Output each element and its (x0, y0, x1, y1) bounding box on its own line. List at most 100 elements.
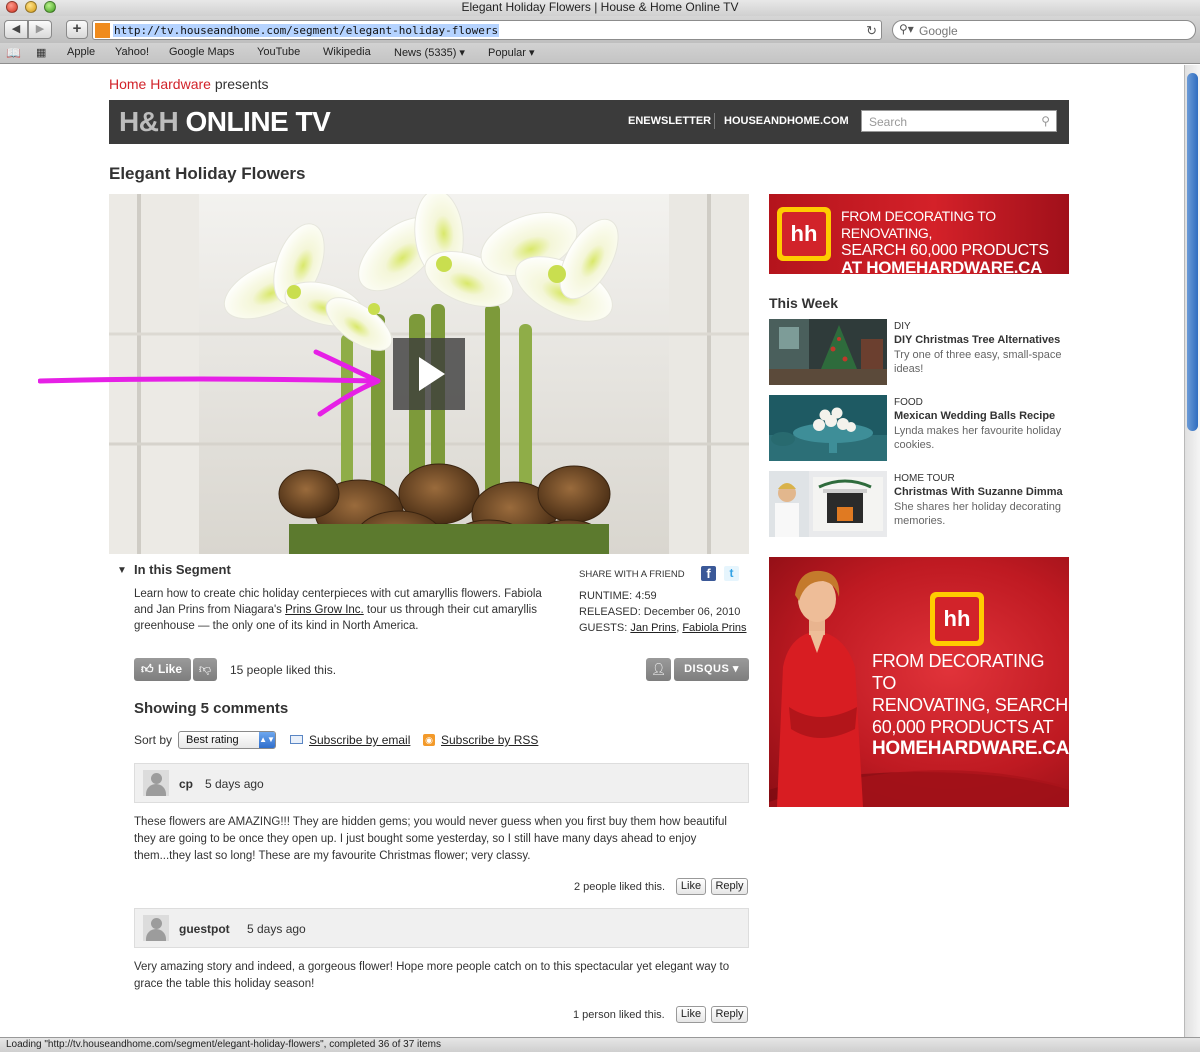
home-hardware-logo-icon: hh (930, 592, 984, 646)
browser-toolbar: ◀ ▶ + http://tv.houseandhome.com/segment… (0, 16, 1200, 43)
item-description: Lynda makes her favourite holiday cookie… (894, 425, 1062, 451)
home-hardware-banner-ad[interactable]: hh FROM DECORATING TO RENOVATING, SEARCH… (769, 194, 1069, 277)
share-label: SHARE WITH A FRIEND (579, 569, 685, 580)
thumbs-up-icon: 👍︎ (141, 662, 154, 676)
site-search-input[interactable]: Search ⚲ (861, 110, 1057, 132)
enewsletter-link[interactable]: ENEWSLETTER (628, 115, 711, 127)
home-hardware-logo-icon: hh (777, 207, 831, 261)
collapse-segment-icon[interactable]: ▼ (117, 565, 127, 576)
bookmark-yahoo[interactable]: Yahoo! (115, 46, 149, 58)
ad-text: FROM DECORATING TO RENOVATING, SEARCH 60… (841, 208, 1049, 277)
site-favicon-icon (95, 23, 110, 38)
dislike-button[interactable]: 👎︎ (193, 658, 217, 681)
browser-search-field[interactable]: ⚲▾ Google (892, 20, 1196, 40)
scrollbar-thumb[interactable] (1187, 73, 1198, 431)
url-text[interactable]: http://tv.houseandhome.com/segment/elega… (113, 24, 500, 37)
page-scrollbar[interactable] (1184, 65, 1200, 1037)
sponsor-line: Home Hardware presents (109, 76, 269, 92)
forward-button[interactable]: ▶ (28, 20, 52, 39)
top-sites-grid-icon[interactable]: ▦ (36, 46, 46, 59)
item-category: FOOD (894, 397, 923, 408)
item-title-link[interactable]: DIY Christmas Tree Alternatives (894, 334, 1060, 346)
page-title: Elegant Holiday Flowers (109, 164, 306, 183)
rss-icon: ◉ (423, 734, 435, 746)
sort-select[interactable]: Best rating ▲▼ (178, 731, 276, 749)
ad-text: FROM DECORATING TO RENOVATING, SEARCH 60… (872, 651, 1069, 759)
bookmark-google-maps[interactable]: Google Maps (169, 46, 234, 58)
play-icon (419, 357, 445, 391)
this-week-heading: This Week (769, 295, 838, 311)
zoom-window-icon[interactable] (44, 1, 56, 13)
comment-time[interactable]: 5 days ago (247, 922, 306, 936)
search-icon[interactable]: ⚲ (1041, 114, 1050, 128)
item-title-link[interactable]: Mexican Wedding Balls Recipe (894, 410, 1055, 422)
comment-author[interactable]: cp (179, 777, 193, 791)
item-description: She shares her holiday decorating memori… (894, 501, 1061, 527)
bookmark-youtube[interactable]: YouTube (257, 46, 300, 58)
subscribe-rss-link[interactable]: Subscribe by RSS (441, 733, 538, 747)
comment-like-button[interactable]: Like (676, 1006, 706, 1023)
sponsor-link[interactable]: Home Hardware (109, 76, 211, 92)
select-arrows-icon: ▲▼ (259, 732, 275, 748)
user-icon: 👤︎ (650, 662, 667, 676)
facebook-share-icon[interactable]: f (701, 566, 716, 581)
home-tour-thumbnail[interactable] (769, 471, 887, 537)
window-title: Elegant Holiday Flowers | House & Home O… (461, 0, 739, 14)
avatar[interactable] (143, 770, 169, 796)
item-category: DIY (894, 321, 911, 332)
avatar[interactable] (143, 915, 169, 941)
play-button[interactable] (393, 338, 465, 410)
comment-time[interactable]: 5 days ago (205, 777, 264, 791)
comments-heading: Showing 5 comments (134, 700, 289, 717)
minimize-window-icon[interactable] (25, 1, 37, 13)
comment-like-button[interactable]: Like (676, 878, 706, 895)
comment-author[interactable]: guestpot (179, 922, 230, 936)
bookmark-news[interactable]: News (5335) ▾ (394, 46, 465, 59)
window-titlebar: Elegant Holiday Flowers | House & Home O… (0, 0, 1200, 16)
like-button[interactable]: 👍︎ Like (134, 658, 191, 681)
segment-description: Learn how to create chic holiday centerp… (134, 588, 542, 632)
food-thumbnail[interactable] (769, 395, 887, 461)
diy-thumbnail[interactable] (769, 319, 887, 385)
houseandhome-link[interactable]: HOUSEANDHOME.COM (724, 115, 849, 127)
comment-reply-button[interactable]: Reply (711, 878, 748, 895)
comment-reply-button[interactable]: Reply (711, 1006, 748, 1023)
home-hardware-box-ad[interactable]: hh FROM DECORATING TO RENOVATING, SEARCH… (769, 557, 1069, 807)
item-description: Try one of three easy, small-space ideas… (894, 349, 1062, 375)
header-divider (714, 113, 715, 129)
guest-jan-prins-link[interactable]: Jan Prins (630, 622, 676, 634)
status-bar: Loading "http://tv.houseandhome.com/segm… (0, 1037, 1200, 1052)
comment-header: guestpot 5 days ago (134, 908, 749, 948)
guest-fabiola-prins-link[interactable]: Fabiola Prins (682, 622, 746, 634)
comment-likes: 2 people liked this. (574, 881, 666, 893)
reload-icon[interactable]: ↻ (866, 23, 877, 39)
reading-list-icon[interactable]: 📖 (6, 46, 21, 60)
item-category: HOME TOUR (894, 473, 955, 484)
site-logo[interactable]: H&H ONLINE TV (119, 106, 331, 138)
bookmark-apple[interactable]: Apple (67, 46, 95, 58)
thumbs-down-icon: 👎︎ (198, 662, 212, 676)
item-title-link[interactable]: Christmas With Suzanne Dimma (894, 486, 1063, 498)
site-search-placeholder: Search (869, 115, 908, 129)
bookmarks-bar: 📖 ▦ Apple Yahoo! Google Maps YouTube Wik… (0, 43, 1200, 64)
back-button[interactable]: ◀ (4, 20, 28, 39)
sort-label: Sort by (134, 733, 173, 747)
disqus-user-button[interactable]: 👤︎ (646, 658, 671, 681)
close-window-icon[interactable] (6, 1, 18, 13)
search-icon: ⚲▾ (899, 22, 914, 36)
comment-body: These flowers are AMAZING!!! They are hi… (134, 816, 727, 862)
release-date: RELEASED: December 06, 2010 (579, 606, 741, 618)
sponsor-suffix: presents (210, 76, 269, 92)
disqus-menu-button[interactable]: DISQUS ▾ (674, 658, 749, 681)
site-header: H&H ONLINE TV ENEWSLETTER HOUSEANDHOME.C… (109, 100, 1069, 144)
add-bookmark-button[interactable]: + (66, 20, 88, 39)
bookmark-wikipedia[interactable]: Wikipedia (323, 46, 371, 58)
browser-search-placeholder: Google (919, 24, 958, 38)
segment-heading[interactable]: In this Segment (134, 562, 231, 577)
address-bar[interactable]: http://tv.houseandhome.com/segment/elega… (92, 20, 882, 40)
prins-grow-link[interactable]: Prins Grow Inc. (285, 604, 364, 616)
twitter-share-icon[interactable]: t (724, 566, 739, 581)
bookmark-popular[interactable]: Popular ▾ (488, 46, 535, 59)
annotation-arrow-icon (38, 349, 381, 417)
subscribe-email-link[interactable]: Subscribe by email (309, 733, 410, 747)
